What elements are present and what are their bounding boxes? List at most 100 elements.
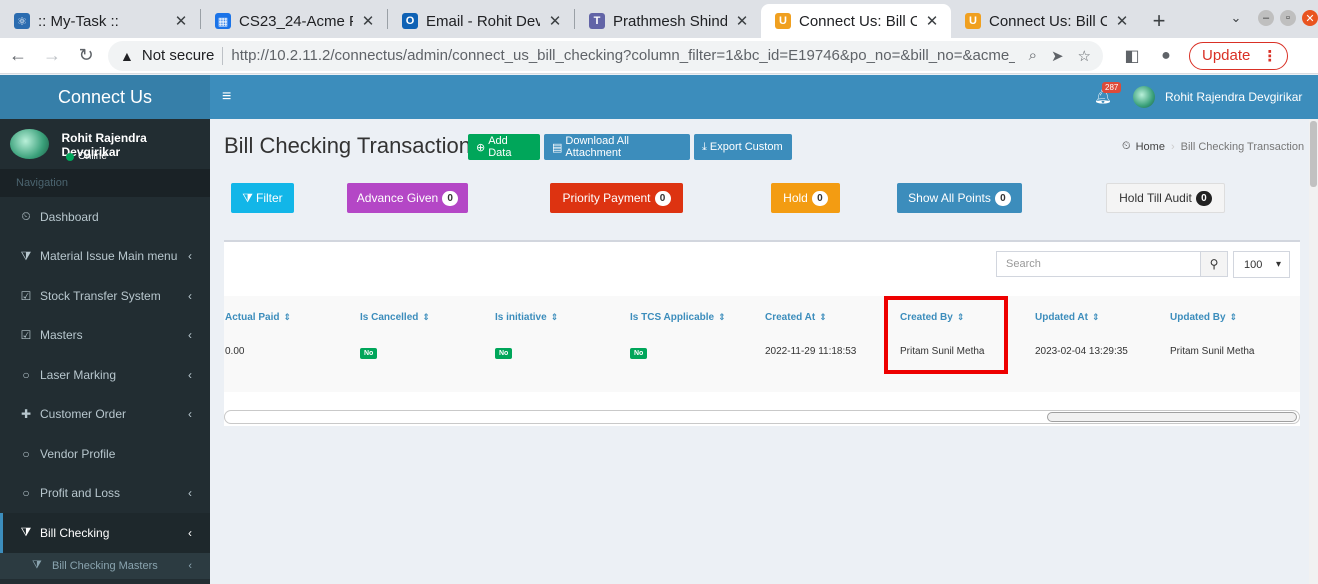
add-data-button[interactable]: ⊕ Add Data [468, 134, 540, 160]
plus-icon: ✚ [20, 407, 32, 422]
vertical-scrollbar[interactable] [1309, 119, 1318, 584]
browser-toolbar: ← → ↻ ▲ Not secure http://10.2.11.2/conn… [0, 38, 1318, 74]
column-header-created-at[interactable]: Created At ⇕ [765, 312, 827, 323]
column-header-label: Actual Paid [225, 312, 280, 323]
back-arrow-icon[interactable]: ← [2, 40, 34, 72]
warning-triangle-icon[interactable]: ▲ [120, 48, 134, 64]
sort-icon: ⇕ [550, 312, 559, 322]
breadcrumb-separator: › [1170, 140, 1175, 153]
notification-bell-icon[interactable]: 🔔︎ 287 [1094, 82, 1122, 105]
horizontal-scrollbar-thumb[interactable] [1047, 412, 1297, 422]
search-input[interactable]: Search [996, 251, 1201, 277]
new-tab-button[interactable]: + [1141, 4, 1177, 38]
browser-tab-my-task[interactable]: ⚛ :: My-Task :: ✕ [0, 4, 200, 38]
column-header-label: Is TCS Applicable [630, 312, 715, 323]
checkbox-icon: ☑ [20, 328, 32, 343]
sidebar-item-label: Vendor Profile [40, 446, 116, 461]
chevron-left-icon: ‹ [188, 367, 192, 382]
sidebar-item-material-issue[interactable]: ⧩ Material Issue Main menu ‹ [0, 237, 210, 277]
close-icon[interactable]: ✕ [359, 12, 377, 30]
circle-icon: ○ [22, 446, 30, 461]
browser-tab-connect-us-active[interactable]: U Connect Us: Bill Cl ✕ [761, 4, 951, 38]
export-custom-button[interactable]: ⤓ Export Custom [694, 134, 792, 160]
close-icon[interactable]: ✕ [923, 12, 941, 30]
sidebar-item-customer-order[interactable]: ✚ Customer Order ‹ [0, 395, 210, 435]
column-header-updated-by[interactable]: Updated By ⇕ [1170, 312, 1237, 323]
window-close-icon[interactable]: ✕ [1302, 10, 1318, 26]
minimize-icon[interactable]: – [1258, 10, 1274, 26]
zoom-search-icon[interactable]: ⌕ [1029, 47, 1037, 64]
hamburger-menu-icon[interactable]: ≡ [222, 88, 231, 106]
page-size-select[interactable]: 100 ▾ [1233, 251, 1290, 278]
profile-icon[interactable]: ● [1151, 41, 1181, 71]
sidebar-item-stock-transfer[interactable]: ☑ Stock Transfer System ‹ [0, 276, 210, 316]
cell-updated-by: Pritam Sunil Metha [1170, 346, 1255, 357]
browser-tab-cs23[interactable]: ▦ CS23_24-Acme Pac ✕ [201, 4, 387, 38]
hold-till-audit-button[interactable]: Hold Till Audit 0 [1106, 183, 1225, 213]
url-text[interactable]: http://10.2.11.2/connectus/admin/connect… [231, 47, 1014, 64]
bookmark-star-icon[interactable]: ☆ [1078, 47, 1091, 65]
sidebar-item-masters[interactable]: ☑ Masters ‹ [0, 316, 210, 356]
close-icon[interactable]: ✕ [546, 12, 564, 30]
chevron-left-icon: ‹ [188, 249, 192, 264]
horizontal-scrollbar[interactable] [224, 410, 1300, 424]
react-icon: ⚛ [14, 13, 30, 29]
search-button[interactable]: ⚲ [1200, 251, 1228, 277]
column-header-is-cancelled[interactable]: Is Cancelled ⇕ [360, 312, 430, 323]
maximize-icon[interactable]: ▫ [1280, 10, 1296, 26]
column-header-is-initiative[interactable]: Is initiative ⇕ [495, 312, 558, 323]
filter-button[interactable]: ⧩ Filter [231, 183, 294, 213]
close-icon[interactable]: ✕ [1113, 12, 1131, 30]
sidebar-item-dashboard[interactable]: ⏲ Dashboard [0, 197, 210, 237]
hold-button[interactable]: Hold 0 [771, 183, 840, 213]
brand-logo[interactable]: Connect Us [0, 75, 210, 119]
side-panel-icon[interactable]: ◧ [1117, 41, 1147, 71]
chevron-left-icon: ‹ [188, 288, 192, 303]
close-icon[interactable]: ✕ [172, 12, 190, 30]
tab-title: Connect Us: Bill Cl [989, 12, 1107, 30]
hold-till-audit-count: 0 [1195, 190, 1212, 206]
breadcrumb-home[interactable]: Home [1136, 141, 1165, 153]
show-all-points-button[interactable]: Show All Points 0 [897, 183, 1022, 213]
close-icon[interactable]: ✕ [733, 12, 751, 30]
advance-given-label: Advance Given [356, 191, 439, 205]
sidebar-item-profit-loss[interactable]: ○ Profit and Loss ‹ [0, 474, 210, 514]
tab-list-chevron-icon[interactable]: ⌄ [1228, 10, 1244, 26]
priority-payment-label: Priority Payment [562, 191, 651, 205]
filter-icon: ⧩ [20, 248, 32, 263]
column-header-label: Created At [765, 312, 816, 323]
address-bar[interactable]: ▲ Not secure http://10.2.11.2/connectus/… [108, 40, 1103, 71]
column-header-is-tcs-applicable[interactable]: Is TCS Applicable ⇕ [630, 312, 726, 323]
sidebar-item-label: Customer Order [40, 407, 127, 422]
advance-given-count: 0 [442, 190, 459, 206]
sidebar-item-bill-checking[interactable]: ⧩ Bill Checking ‹ [0, 513, 210, 553]
advance-given-button[interactable]: Advance Given 0 [347, 183, 468, 213]
browser-tab-teams[interactable]: T Prathmesh Shinde ✕ [575, 4, 761, 38]
column-header-actual-paid[interactable]: Actual Paid ⇕ [225, 312, 291, 323]
avatar [10, 129, 50, 159]
chevron-left-icon: ‹ [188, 486, 192, 501]
cell-created-at: 2022-11-29 11:18:53 [765, 346, 857, 357]
avatar[interactable] [1133, 86, 1155, 108]
sidebar-subitem-bill-checking-masters[interactable]: ⧩ Bill Checking Masters ‹ [0, 552, 210, 579]
sidebar-item-label: Masters [40, 328, 83, 343]
reload-icon[interactable]: ↻ [70, 40, 102, 72]
breadcrumb-current: Bill Checking Transaction [1180, 140, 1305, 153]
security-label[interactable]: Not secure [142, 47, 215, 64]
user-panel: Rohit Rajendra Devgirikar Online [0, 119, 210, 169]
priority-payment-button[interactable]: Priority Payment 0 [550, 183, 683, 213]
browser-tab-connect-us[interactable]: U Connect Us: Bill Cl ✕ [951, 4, 1141, 38]
page-size-value: 100 [1244, 258, 1263, 271]
forward-arrow-icon[interactable]: → [36, 40, 68, 72]
vertical-scrollbar-thumb[interactable] [1310, 121, 1317, 187]
sidebar-item-laser-marking[interactable]: ○ Laser Marking ‹ [0, 355, 210, 395]
download-all-attachment-button[interactable]: ▤ Download All Attachment [544, 134, 690, 160]
update-button[interactable]: Update ⋮ [1189, 41, 1289, 70]
update-label: Update [1202, 47, 1251, 64]
browser-tab-email[interactable]: O Email - Rohit Devg ✕ [388, 4, 574, 38]
send-icon[interactable]: ➤ [1051, 47, 1064, 65]
column-header-updated-at[interactable]: Updated At ⇕ [1035, 312, 1100, 323]
sidebar-item-vendor-profile[interactable]: ○ Vendor Profile [0, 434, 210, 474]
filter-label: Filter [256, 191, 283, 205]
top-user-name[interactable]: Rohit Rajendra Devgirikar [1165, 90, 1302, 104]
